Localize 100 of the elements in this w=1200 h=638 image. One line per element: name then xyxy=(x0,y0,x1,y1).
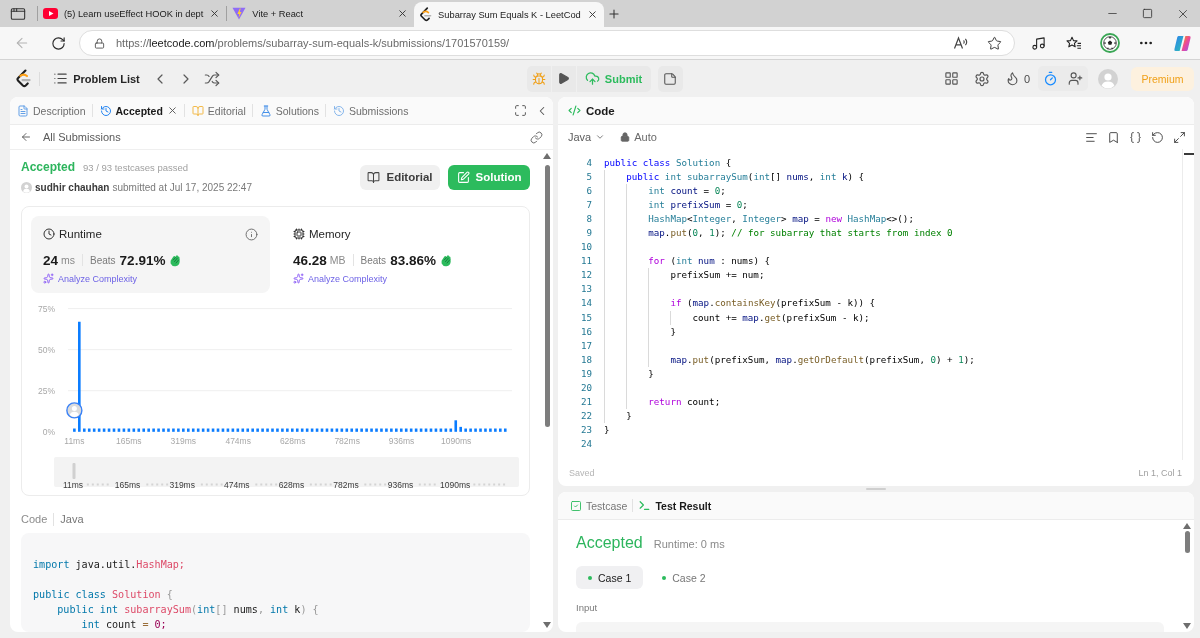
scroll-up-icon[interactable] xyxy=(1183,523,1191,529)
braces-icon[interactable] xyxy=(1129,130,1142,144)
book-icon xyxy=(367,170,381,184)
scrollbar-thumb[interactable] xyxy=(1184,531,1190,553)
scroll-down-icon[interactable] xyxy=(1183,623,1191,629)
histogram-bar xyxy=(504,428,507,432)
link-icon[interactable] xyxy=(530,130,543,144)
range-handle[interactable] xyxy=(72,463,76,479)
undo-icon[interactable] xyxy=(1151,130,1164,144)
cloud-upload-icon xyxy=(584,71,600,86)
logo-icon[interactable] xyxy=(15,69,32,88)
ribbon-logo-icon[interactable] xyxy=(1172,33,1192,53)
histogram-bar xyxy=(182,428,185,432)
panel-tab[interactable]: Test Result xyxy=(638,499,712,512)
close-icon[interactable] xyxy=(166,105,178,116)
soccer-ball-icon[interactable] xyxy=(1100,33,1120,53)
result-status: Accepted xyxy=(576,534,643,552)
navigator-label: 1090ms xyxy=(440,479,471,490)
streak-button[interactable]: 0 xyxy=(1004,71,1030,86)
panel-tab[interactable]: Testcase xyxy=(570,499,628,512)
line-number: 22 xyxy=(579,408,593,423)
close-icon[interactable] xyxy=(209,8,221,19)
stat-card[interactable]: Memory 46.28 MB Beats 83.86% Analyze Complexity xyxy=(281,216,520,293)
stat-card[interactable]: Runtime 24 ms Beats 72.91% Analyze Complexity xyxy=(31,216,270,293)
close-icon[interactable] xyxy=(586,9,598,20)
histogram-bar xyxy=(464,428,467,432)
logo-icon xyxy=(419,7,433,22)
browser-tab[interactable]: Subarray Sum Equals K - LeetCod xyxy=(414,2,604,27)
timer-button[interactable] xyxy=(1038,66,1063,91)
x-axis-label: 936ms xyxy=(388,436,415,446)
scroll-up-icon[interactable] xyxy=(543,153,551,159)
navigator-label: 782ms xyxy=(333,479,359,490)
case-tab[interactable]: Case 2 xyxy=(650,566,718,589)
problem-list-button[interactable]: Problem List xyxy=(53,71,140,86)
document-icon xyxy=(17,104,29,117)
histogram-bar xyxy=(271,428,274,432)
case-tab[interactable]: Case 1 xyxy=(576,566,644,589)
avatar-icon xyxy=(21,181,32,193)
note-icon xyxy=(663,71,677,86)
read-aloud-icon[interactable] xyxy=(953,36,969,50)
line-number: 9 xyxy=(585,226,593,241)
stat-unit: ms xyxy=(61,254,76,266)
all-submissions-link[interactable]: All Submissions xyxy=(20,131,121,143)
format-icon[interactable] xyxy=(1085,130,1098,144)
address-field[interactable]: https://leetcode.com/problems/subarray-sum-equals-k/submissions/1701570159/ xyxy=(79,30,1015,56)
browser-tab[interactable]: (5) Learn useEffect HOOK in dept xyxy=(38,0,227,27)
panel-tab[interactable]: Solutions xyxy=(252,97,325,124)
y-axis-label: 75% xyxy=(38,303,55,314)
analyze-complexity-link[interactable]: Analyze Complexity xyxy=(43,272,258,285)
line-number: 19 xyxy=(579,366,593,381)
x-axis-label: 319ms xyxy=(170,436,197,446)
media-icon[interactable] xyxy=(1030,35,1046,51)
navigator-label: 11ms xyxy=(62,479,84,490)
indent-guide xyxy=(670,310,672,325)
browser-tab[interactable]: Vite + React xyxy=(227,0,415,27)
code-label: Code xyxy=(21,513,48,525)
favorite-star-icon[interactable] xyxy=(987,35,1002,51)
histogram-bar xyxy=(251,428,254,432)
histogram-bar xyxy=(370,428,373,432)
add-user-button[interactable] xyxy=(1063,66,1088,91)
line-number: 13 xyxy=(579,282,593,297)
editorial-button[interactable]: Editorial xyxy=(360,164,440,190)
beats-label: Beats xyxy=(90,254,116,266)
reload-icon[interactable] xyxy=(50,35,66,51)
expand-icon[interactable] xyxy=(1173,130,1186,144)
layout-icon[interactable] xyxy=(943,71,959,86)
code-line: map.put(0, 1); // for subarray that starts from index 0 xyxy=(648,226,953,241)
panel-tab[interactable]: Description xyxy=(10,97,92,124)
scrollbar-thumb[interactable] xyxy=(544,165,550,427)
close-icon[interactable] xyxy=(397,8,409,19)
run-button[interactable] xyxy=(551,65,576,92)
testcases-passed: 93 / 93 testcases passed xyxy=(83,162,189,173)
panel-tab[interactable]: Editorial xyxy=(184,97,252,124)
new-tab-icon[interactable] xyxy=(606,6,621,21)
edit-icon xyxy=(456,170,470,184)
notes-button[interactable] xyxy=(657,65,683,92)
panel-tab[interactable]: Submissions xyxy=(325,97,415,124)
favorites-icon[interactable] xyxy=(1066,35,1082,51)
histogram-bar xyxy=(281,428,284,432)
tab-actions-icon[interactable] xyxy=(10,5,26,22)
scroll-down-icon[interactable] xyxy=(543,622,551,628)
info-icon[interactable] xyxy=(245,227,258,241)
language-select[interactable]: Java xyxy=(568,131,606,143)
bug-icon xyxy=(531,71,546,86)
fullscreen-icon[interactable] xyxy=(514,104,527,117)
range-navigator[interactable] xyxy=(54,457,519,487)
shuffle-icon[interactable] xyxy=(203,70,220,87)
settings-icon[interactable] xyxy=(973,70,990,87)
resize-handle[interactable] xyxy=(866,488,886,490)
stopwatch-icon xyxy=(1043,71,1058,86)
x-axis-label: 474ms xyxy=(225,436,251,446)
code-line: return count; xyxy=(648,394,721,409)
panel-tab[interactable]: Accepted xyxy=(92,97,184,124)
analyze-complexity-link[interactable]: Analyze Complexity xyxy=(293,272,508,285)
line-number: 7 xyxy=(585,198,593,213)
url-text[interactable]: https://leetcode.com/problems/subarray-sum-equals-k/submissions/1701570159/ xyxy=(116,37,510,49)
maximize-icon[interactable] xyxy=(1142,8,1153,19)
histogram-bar xyxy=(499,428,502,432)
bookmark-icon[interactable] xyxy=(1107,130,1120,144)
author-name[interactable]: sudhir chauhan xyxy=(35,181,110,193)
